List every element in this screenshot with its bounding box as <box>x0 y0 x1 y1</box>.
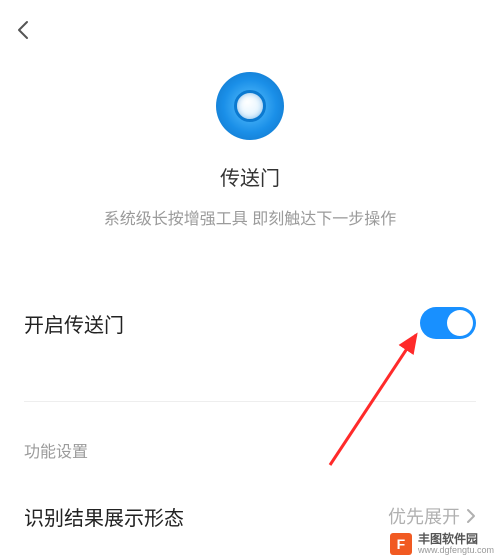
watermark-logo-icon: F <box>390 533 412 555</box>
divider <box>24 401 476 402</box>
watermark: F 丰图软件园 www.dgfengtu.com <box>384 529 500 560</box>
display-mode-value-wrap: 优先展开 <box>388 503 476 529</box>
back-button[interactable] <box>12 18 36 42</box>
enable-toggle-switch[interactable] <box>420 307 476 339</box>
watermark-url: www.dgfengtu.com <box>418 546 494 556</box>
chevron-left-icon <box>12 18 36 42</box>
app-subtitle: 系统级长按增强工具 即刻触达下一步操作 <box>104 205 396 229</box>
enable-toggle-row: 开启传送门 <box>0 293 500 353</box>
display-mode-label: 识别结果展示形态 <box>24 502 184 531</box>
section-header: 功能设置 <box>0 438 500 462</box>
app-title: 传送门 <box>220 162 280 191</box>
enable-toggle-label: 开启传送门 <box>24 309 124 338</box>
watermark-text: 丰图软件园 www.dgfengtu.com <box>418 533 494 556</box>
app-hero: 传送门 系统级长按增强工具 即刻触达下一步操作 <box>0 0 500 229</box>
display-mode-value: 优先展开 <box>388 503 460 529</box>
chevron-right-icon <box>466 508 476 524</box>
app-icon <box>216 72 284 140</box>
